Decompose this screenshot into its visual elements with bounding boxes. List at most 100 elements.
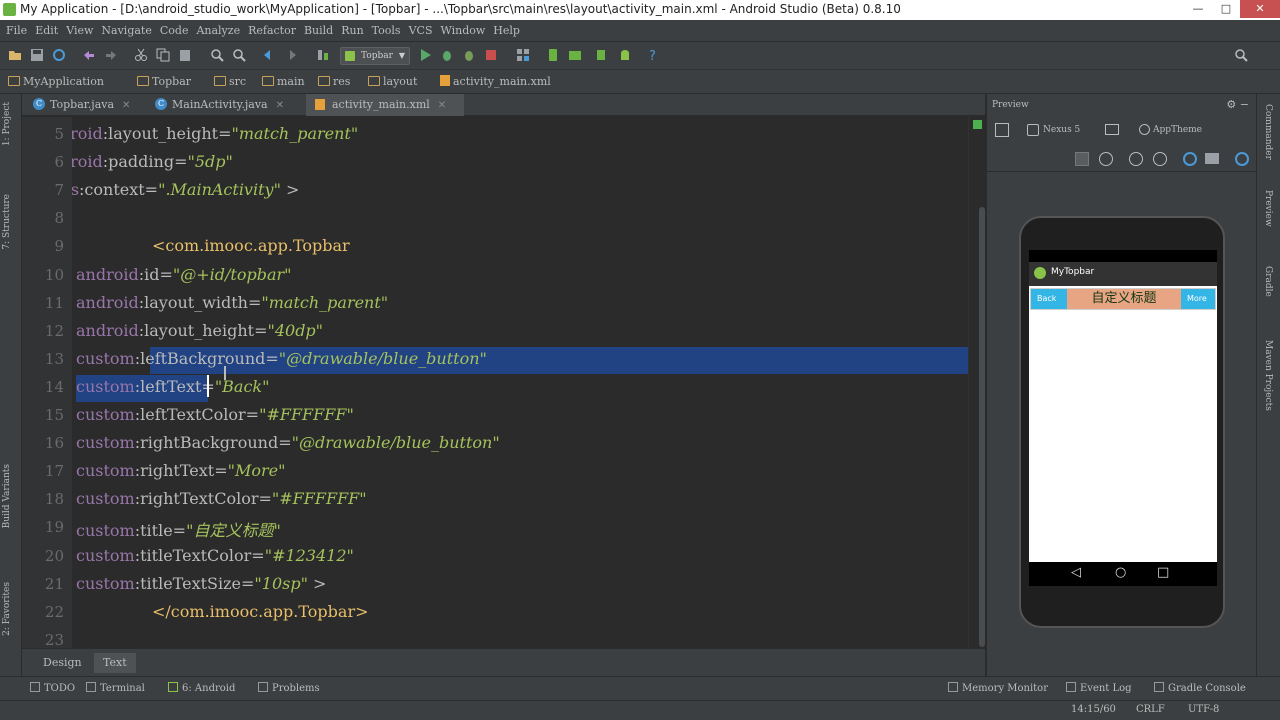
- caret-position[interactable]: 14:15/60: [1071, 704, 1116, 715]
- code-line[interactable]: custom:titleTextColor="#123412": [76, 546, 354, 565]
- run-icon[interactable]: [418, 48, 432, 62]
- memory-monitor-tool-button[interactable]: Memory Monitor: [948, 682, 1048, 694]
- structure-tool-button[interactable]: 7: Structure: [2, 194, 12, 250]
- preview-settings-icon[interactable]: ⚙ −: [1226, 94, 1249, 116]
- android-tool-button[interactable]: 6: Android: [168, 682, 235, 694]
- preview-options-icon[interactable]: [1235, 152, 1249, 166]
- run-configuration-select[interactable]: Topbar ▼: [340, 47, 410, 65]
- zoom-in-icon[interactable]: [1129, 152, 1143, 166]
- menu-navigate[interactable]: Navigate: [97, 20, 155, 42]
- code-line[interactable]: </com.imooc.app.Topbar>: [152, 602, 369, 621]
- minimize-button[interactable]: —: [1184, 0, 1212, 18]
- zoom-fit-icon[interactable]: [1099, 152, 1113, 166]
- tab-design[interactable]: Design: [34, 653, 91, 673]
- code-line[interactable]: custom:leftTextColor="#FFFFFF": [76, 405, 354, 424]
- orientation-icon[interactable]: [1105, 124, 1119, 135]
- code-line[interactable]: android:layout_width="match_parent": [76, 293, 388, 312]
- close-button[interactable]: ✕: [1240, 0, 1280, 18]
- make-project-icon[interactable]: [316, 48, 330, 62]
- copy-icon[interactable]: [156, 48, 170, 62]
- code-line[interactable]: custom:titleTextSize="10sp" >: [76, 574, 326, 593]
- monitor-icon[interactable]: [594, 48, 608, 62]
- sdk-manager-icon[interactable]: [568, 48, 582, 62]
- help-icon[interactable]: ?: [646, 48, 660, 62]
- file-encoding[interactable]: UTF-8: [1188, 704, 1219, 715]
- undo-icon[interactable]: [82, 48, 96, 62]
- breadcrumb-item-file[interactable]: activity_main.xml: [440, 75, 551, 88]
- menu-edit[interactable]: Edit: [31, 20, 62, 42]
- back-icon[interactable]: [262, 48, 276, 62]
- menu-help[interactable]: Help: [489, 20, 524, 42]
- menu-view[interactable]: View: [62, 20, 97, 42]
- zoom-out-icon[interactable]: [1153, 152, 1167, 166]
- line-separator[interactable]: CRLF: [1136, 704, 1165, 715]
- open-folder-icon[interactable]: [8, 48, 22, 62]
- menu-analyze[interactable]: Analyze: [192, 20, 244, 42]
- close-tab-icon[interactable]: ✕: [276, 100, 284, 111]
- maximize-button[interactable]: □: [1212, 0, 1240, 18]
- breadcrumb-item-res[interactable]: res: [318, 75, 350, 88]
- sync-icon[interactable]: [52, 48, 66, 62]
- redo-icon[interactable]: [104, 48, 118, 62]
- attach-debugger-icon[interactable]: [462, 48, 476, 62]
- code-line[interactable]: custom:rightTextColor="#FFFFFF": [76, 489, 367, 508]
- replace-icon[interactable]: [232, 48, 246, 62]
- menu-run[interactable]: Run: [337, 20, 367, 42]
- breadcrumb-item-main[interactable]: main: [262, 75, 305, 88]
- breadcrumb-item-module[interactable]: Topbar: [137, 75, 191, 88]
- zoom-actual-icon[interactable]: [1075, 152, 1089, 166]
- menu-tools[interactable]: Tools: [368, 20, 405, 42]
- menu-refactor[interactable]: Refactor: [244, 20, 300, 42]
- project-structure-icon[interactable]: [516, 48, 530, 62]
- search-everywhere-icon[interactable]: [1234, 48, 1248, 62]
- android-icon[interactable]: [618, 48, 632, 62]
- debug-icon[interactable]: [440, 48, 454, 62]
- menu-build[interactable]: Build: [300, 20, 337, 42]
- terminal-tool-button[interactable]: Terminal: [86, 682, 145, 694]
- avd-manager-icon[interactable]: [546, 48, 560, 62]
- editor-scrollbar[interactable]: [979, 207, 985, 647]
- code-line[interactable]: android:padding="5dp": [72, 152, 233, 171]
- code-line[interactable]: android:layout_height="40dp": [76, 321, 323, 340]
- code-line[interactable]: custom:title="自定义标题": [76, 517, 281, 541]
- todo-tool-button[interactable]: TODO: [30, 682, 75, 694]
- menu-code[interactable]: Code: [156, 20, 193, 42]
- commander-tool-button[interactable]: Commander: [1263, 104, 1273, 160]
- code-line[interactable]: android:id="@+id/topbar": [76, 265, 292, 284]
- close-tab-icon[interactable]: ✕: [122, 100, 130, 111]
- paste-icon[interactable]: [178, 48, 192, 62]
- theme-select[interactable]: AppTheme: [1153, 125, 1202, 135]
- favorites-tool-button[interactable]: 2: Favorites: [2, 582, 12, 636]
- code-line[interactable]: custom:leftText="Back": [76, 377, 269, 396]
- breadcrumb-item-project[interactable]: MyApplication: [8, 75, 104, 88]
- gradle-tool-button[interactable]: Gradle: [1263, 266, 1273, 297]
- menu-file[interactable]: File: [2, 20, 31, 42]
- build-variants-tool-button[interactable]: Build Variants: [2, 464, 12, 528]
- preview-tool-button[interactable]: Preview: [1263, 190, 1273, 227]
- event-log-tool-button[interactable]: Event Log: [1066, 682, 1132, 694]
- code-line[interactable]: tools:context=".MainActivity" >: [72, 180, 299, 199]
- refresh-icon[interactable]: [1183, 152, 1197, 166]
- project-tool-button[interactable]: 1: Project: [2, 102, 12, 146]
- tab-topbar-java[interactable]: C Topbar.java ✕: [24, 94, 144, 116]
- gradle-console-tool-button[interactable]: Gradle Console: [1154, 682, 1246, 694]
- tab-activity-main-xml[interactable]: activity_main.xml ✕: [306, 94, 464, 116]
- code-line[interactable]: custom:rightBackground="@drawable/blue_b…: [76, 433, 500, 452]
- breadcrumb-item-src[interactable]: src: [214, 75, 246, 88]
- maven-projects-tool-button[interactable]: Maven Projects: [1263, 340, 1273, 411]
- topbar-left-button[interactable]: Back: [1031, 289, 1067, 309]
- tab-mainactivity-java[interactable]: C MainActivity.java ✕: [146, 94, 304, 116]
- code-line[interactable]: <com.imooc.app.Topbar: [152, 236, 350, 255]
- code-line[interactable]: custom:leftBackground="@drawable/blue_bu…: [76, 349, 487, 368]
- problems-tool-button[interactable]: Problems: [258, 682, 320, 694]
- topbar-right-button[interactable]: More: [1181, 289, 1215, 309]
- tab-text[interactable]: Text: [94, 653, 136, 673]
- code-line[interactable]: android:layout_height="match_parent": [72, 124, 358, 143]
- cut-icon[interactable]: [134, 48, 148, 62]
- save-icon[interactable]: [30, 48, 44, 62]
- layout-file-icon[interactable]: [995, 123, 1009, 137]
- close-tab-icon[interactable]: ✕: [438, 100, 446, 111]
- screenshot-icon[interactable]: [1205, 153, 1219, 164]
- forward-icon[interactable]: [284, 48, 298, 62]
- code-line[interactable]: custom:rightText="More": [76, 461, 285, 480]
